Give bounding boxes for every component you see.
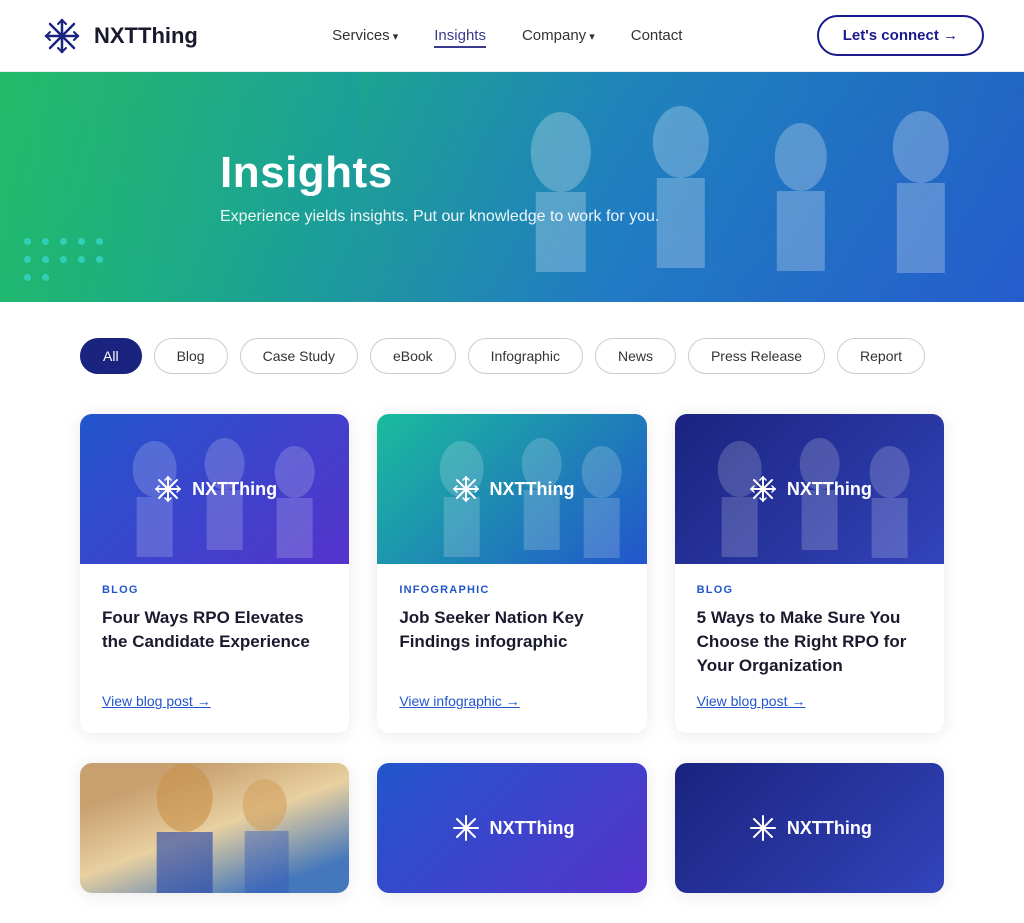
card-2: NXTThing INFOGRAPHIC Job Seeker Nation K…: [377, 414, 646, 733]
nav-link-company[interactable]: Company: [522, 27, 595, 44]
card-3-logo-text: NXTThing: [787, 479, 872, 500]
navbar: NXTThing Services Insights Company Conta…: [0, 0, 1024, 72]
card-3-logo-icon: [747, 473, 779, 505]
card-6-image: NXTThing: [675, 763, 944, 893]
nav-link-contact[interactable]: Contact: [631, 27, 683, 44]
cta-connect-button[interactable]: Let's connect →: [817, 15, 984, 56]
card-5: NXTThing: [377, 763, 646, 893]
filter-infographic[interactable]: Infographic: [468, 338, 583, 374]
card-2-link[interactable]: View infographic →: [399, 693, 624, 709]
nav-link-services[interactable]: Services: [332, 27, 398, 44]
card-6-logo-text: NXTThing: [787, 818, 872, 839]
hero-dots: [0, 220, 130, 302]
card-6-logo: NXTThing: [747, 812, 872, 844]
card-1-tag: BLOG: [102, 584, 327, 596]
cards-grid: NXTThing BLOG Four Ways RPO Elevates the…: [0, 394, 1024, 763]
hero-content: Insights Experience yields insights. Put…: [0, 148, 659, 226]
hero-title: Insights: [220, 148, 659, 198]
card-1-image: NXTThing: [80, 414, 349, 564]
brand-logo[interactable]: NXTThing: [40, 14, 198, 58]
nav-item-services[interactable]: Services: [332, 27, 398, 45]
card-3-tag: BLOG: [697, 584, 922, 596]
card-1-logo-icon: [152, 473, 184, 505]
filter-all[interactable]: All: [80, 338, 142, 374]
filter-press-release[interactable]: Press Release: [688, 338, 825, 374]
card-2-body: INFOGRAPHIC Job Seeker Nation Key Findin…: [377, 564, 646, 733]
card-1-title: Four Ways RPO Elevates the Candidate Exp…: [102, 606, 327, 677]
nav-item-company[interactable]: Company: [522, 27, 595, 45]
card-1-link[interactable]: View blog post →: [102, 693, 327, 709]
filter-ebook[interactable]: eBook: [370, 338, 456, 374]
filter-blog[interactable]: Blog: [154, 338, 228, 374]
brand-name: NXTThing: [94, 23, 198, 49]
card-6: NXTThing: [675, 763, 944, 893]
nav-link-insights[interactable]: Insights: [434, 27, 486, 48]
hero-section: Insights Experience yields insights. Put…: [0, 72, 1024, 302]
filter-news[interactable]: News: [595, 338, 676, 374]
card-3-logo: NXTThing: [747, 473, 872, 505]
filter-bar: All Blog Case Study eBook Infographic Ne…: [0, 302, 1024, 394]
nav-item-insights[interactable]: Insights: [434, 27, 486, 45]
card-6-logo-icon: [747, 812, 779, 844]
brand-logo-icon: [40, 14, 84, 58]
card-5-logo-icon: [450, 812, 482, 844]
card-3-image: NXTThing: [675, 414, 944, 564]
card-1-body: BLOG Four Ways RPO Elevates the Candidat…: [80, 564, 349, 733]
card-2-logo-icon: [450, 473, 482, 505]
card-1-logo-text: NXTThing: [192, 479, 277, 500]
card-3-link[interactable]: View blog post →: [697, 693, 922, 709]
card-2-image: NXTThing: [377, 414, 646, 564]
nav-item-contact[interactable]: Contact: [631, 27, 683, 45]
card-4: [80, 763, 349, 893]
card-3: NXTThing BLOG 5 Ways to Make Sure You Ch…: [675, 414, 944, 733]
main-nav: Services Insights Company Contact: [332, 27, 682, 45]
card-4-image: [80, 763, 349, 893]
card-1-logo: NXTThing: [152, 473, 277, 505]
card-3-title: 5 Ways to Make Sure You Choose the Right…: [697, 606, 922, 677]
card-5-logo: NXTThing: [450, 812, 575, 844]
filter-case-study[interactable]: Case Study: [240, 338, 358, 374]
card-2-title: Job Seeker Nation Key Findings infograph…: [399, 606, 624, 677]
cards-grid-bottom: NXTThing NXTThing: [0, 763, 1024, 923]
card-1: NXTThing BLOG Four Ways RPO Elevates the…: [80, 414, 349, 733]
card-2-logo: NXTThing: [450, 473, 575, 505]
card-3-body: BLOG 5 Ways to Make Sure You Choose the …: [675, 564, 944, 733]
card-2-logo-text: NXTThing: [490, 479, 575, 500]
card-5-logo-text: NXTThing: [490, 818, 575, 839]
hero-subtitle: Experience yields insights. Put our know…: [220, 208, 659, 226]
card-2-tag: INFOGRAPHIC: [399, 584, 624, 596]
filter-report[interactable]: Report: [837, 338, 925, 374]
card-5-image: NXTThing: [377, 763, 646, 893]
